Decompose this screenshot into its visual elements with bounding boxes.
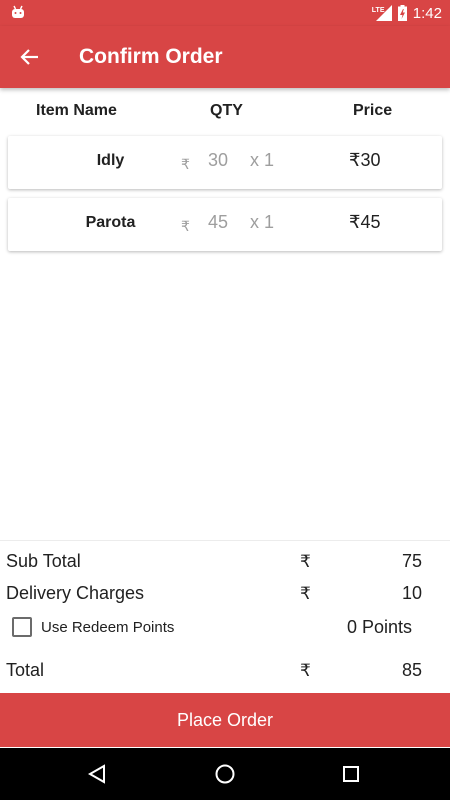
redeem-points-label: Use Redeem Points [41,618,175,636]
nav-recents-button[interactable] [339,762,363,786]
item-unit-price: 45 [208,212,229,232]
android-icon [12,5,24,18]
redeem-points-value: 0 Points [346,617,412,637]
order-item-card: Idly ₹ 30 x 1 ₹30 [8,136,442,189]
sub-total-label: Sub Total [6,551,81,571]
column-header-price: Price [353,102,393,119]
status-time: 1:42 [412,4,442,22]
item-total-price: ₹30 [349,150,381,170]
arrow-back-icon [20,49,38,65]
item-quantity: x 1 [250,212,275,232]
battery-charging-icon [397,5,407,21]
nav-home-button[interactable] [213,762,237,786]
home-circle-icon [215,764,235,784]
currency-symbol: ₹ [181,218,190,234]
system-nav-bar [0,748,450,800]
redeem-points-toggle[interactable]: Use Redeem Points [12,617,174,637]
signal-icon: LTE [371,5,392,21]
column-header-qty: QTY [210,102,243,119]
total-currency: ₹ [300,661,311,680]
status-bar: LTE 1:42 [0,0,450,26]
back-button[interactable] [12,39,48,75]
item-quantity: x 1 [250,150,275,170]
place-order-button[interactable]: Place Order [0,693,450,747]
total-value: 85 [401,660,422,680]
nav-back-button[interactable] [85,762,109,786]
currency-symbol: ₹ [181,156,190,172]
network-type: LTE [371,7,385,14]
sub-total-currency: ₹ [300,552,311,571]
item-unit-price: 30 [208,150,229,170]
delivery-charges-currency: ₹ [300,584,311,603]
total-label: Total [6,660,45,680]
delivery-charges-label: Delivery Charges [6,583,145,603]
order-item-card: Parota ₹ 45 x 1 ₹45 [8,198,442,251]
column-header-item-name: Item Name [36,102,117,119]
sub-total-value: 75 [401,551,422,571]
app-bar: Confirm Order [0,26,450,88]
back-triangle-icon [87,764,105,784]
delivery-charges-value: 10 [401,583,422,603]
redeem-points-checkbox[interactable] [12,617,32,637]
recents-square-icon [343,766,359,782]
summary-divider [0,540,450,541]
page-title: Confirm Order [79,45,223,68]
item-total-price: ₹45 [349,212,381,232]
